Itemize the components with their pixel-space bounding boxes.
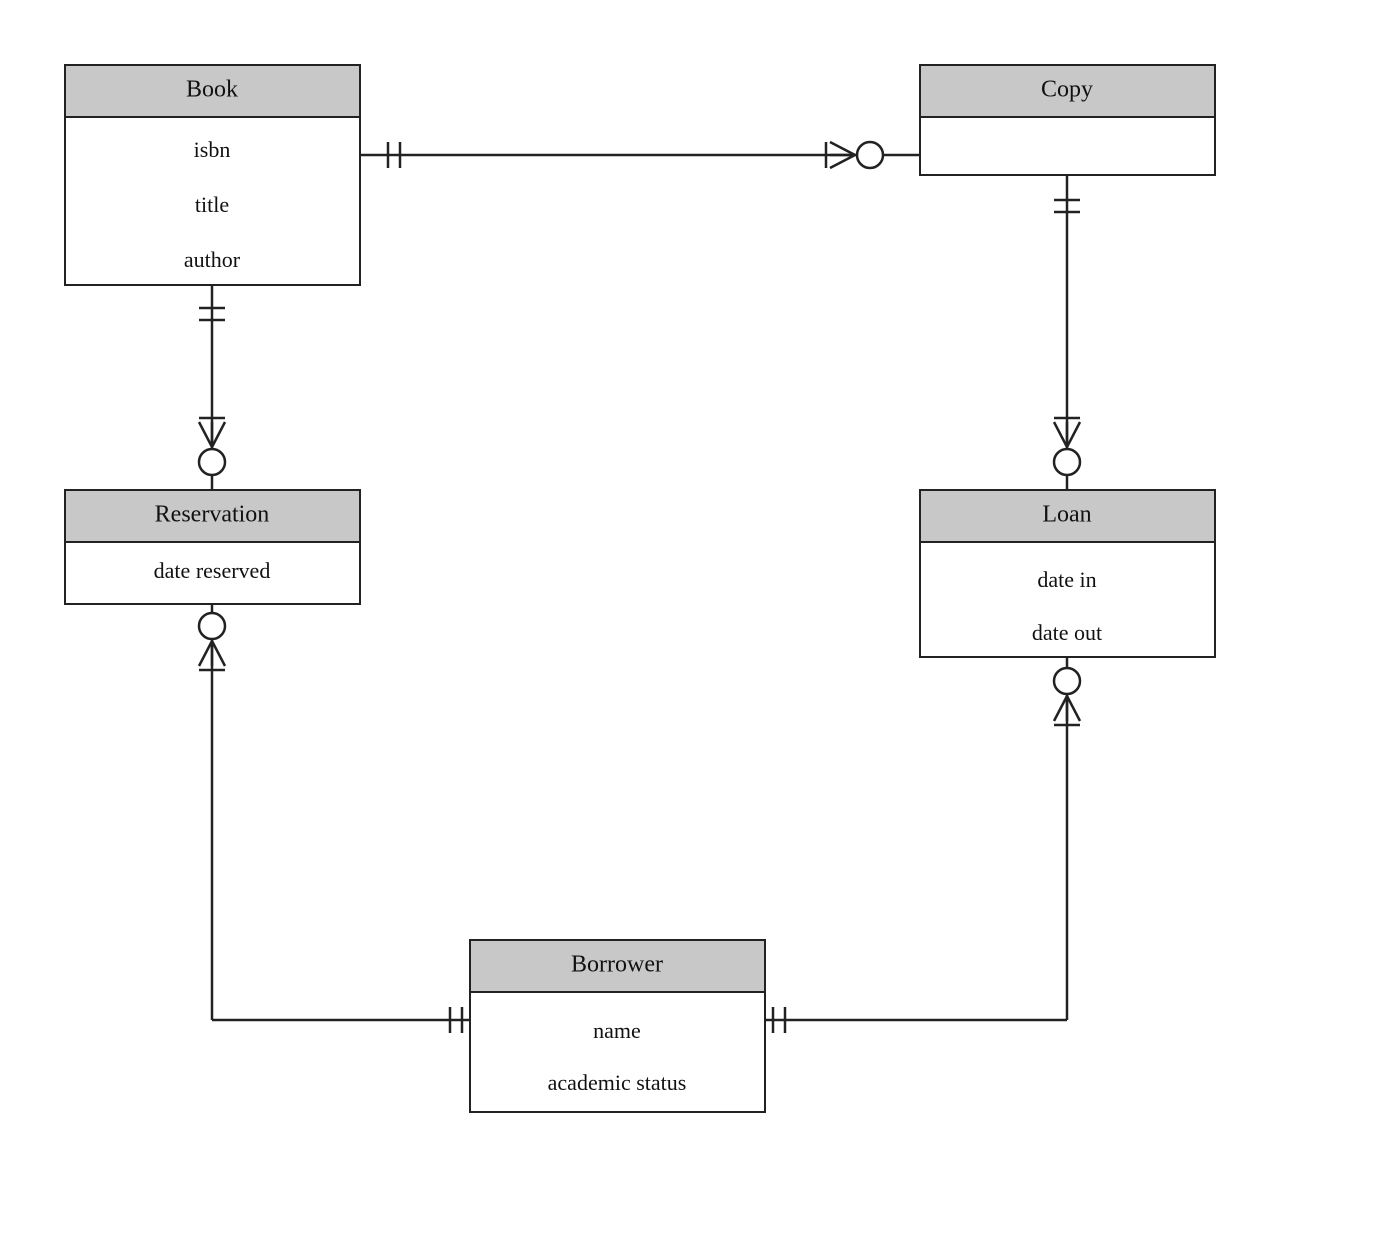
erd-diagram: Book isbn title author Copy Reservation … [0,0,1388,1236]
reservation-entity: Reservation date reserved [65,490,360,604]
book-attr-title: title [195,192,229,217]
borrower-entity: Borrower name academic status [470,940,765,1112]
book-attr-isbn: isbn [194,137,231,162]
reservation-title: Reservation [155,502,270,528]
book-reservation-connector [199,283,225,490]
loan-attr-datein: date in [1037,567,1096,592]
loan-title: Loan [1042,502,1091,528]
borrower-attr-name: name [593,1018,641,1043]
copy-entity: Copy [920,65,1215,175]
book-entity: Book isbn title author [65,65,360,285]
loan-attr-dateout: date out [1032,620,1102,645]
borrower-title: Borrower [571,952,663,978]
copy-body [920,117,1215,175]
reservation-borrower-connector [199,600,470,1033]
reservation-attr-date: date reserved [154,558,271,583]
copy-title: Copy [1041,77,1093,103]
book-title: Book [186,77,238,103]
book-attr-author: author [184,247,241,272]
loan-borrower-connector [765,655,1080,1033]
loan-entity: Loan date in date out [920,490,1215,657]
borrower-attr-academic: academic status [548,1070,687,1095]
book-copy-connector [360,142,920,168]
copy-loan-connector [1054,175,1080,490]
